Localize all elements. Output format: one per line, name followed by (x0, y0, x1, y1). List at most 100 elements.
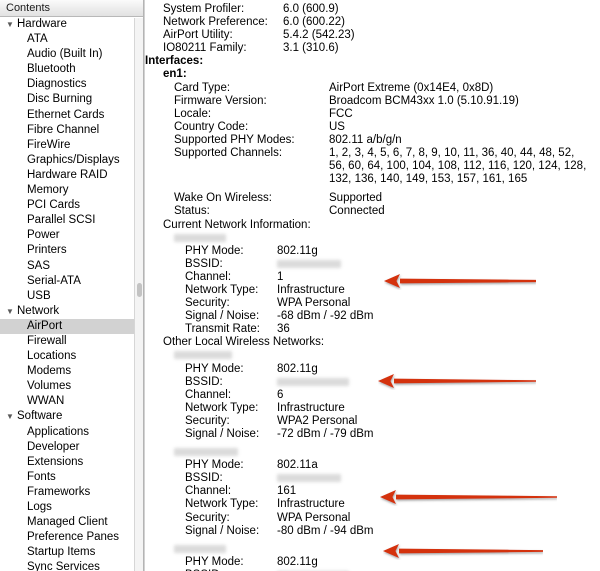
sidebar-item-locations[interactable]: Locations (0, 349, 143, 364)
network-signal-noise-row: Signal / Noise: -80 dBm / -94 dBm (145, 525, 600, 538)
sidebar-item-fibre-channel[interactable]: Fibre Channel (0, 123, 143, 138)
sidebar-item-serial-ata[interactable]: Serial-ATA (0, 274, 143, 289)
version-value: 6.0 (600.22) (283, 16, 346, 29)
network-signal-noise-label: Signal / Noise: (185, 428, 260, 440)
interface-name: en1: (163, 68, 187, 81)
sidebar-item-label: AirPort (27, 319, 63, 332)
sidebar-item-fonts[interactable]: Fonts (0, 470, 143, 485)
network-security-row: Security: WPA Personal (145, 512, 600, 525)
disclosure-triangle-icon[interactable]: ▼ (6, 17, 17, 32)
card-info-label: Firmware Version: (174, 94, 267, 107)
network-signal-noise-label: Signal / Noise: (185, 524, 260, 537)
network-phy-mode-value: 802.11g (277, 555, 318, 568)
sidebar-item-label: Locations (27, 350, 77, 363)
disclosure-triangle-icon[interactable]: ▼ (6, 409, 17, 424)
network-ssid-redacted (174, 544, 226, 553)
network-ssid-redacted (174, 233, 226, 242)
sidebar-item-applications[interactable]: Applications (0, 425, 143, 440)
sidebar-item-frameworks[interactable]: Frameworks (0, 485, 143, 500)
sidebar-item-volumes[interactable]: Volumes (0, 379, 143, 394)
network-channel-value: 6 (277, 388, 284, 401)
sidebar-item-bluetooth[interactable]: Bluetooth (0, 62, 143, 77)
network-security-label: Security: (185, 511, 230, 524)
sidebar-item-label: PCI Cards (27, 199, 81, 212)
sidebar-item-ata[interactable]: ATA (0, 32, 143, 47)
network-transmit-rate-row: Transmit Rate: 36 (145, 323, 600, 336)
network-bssid-redacted (277, 259, 341, 268)
sidebar-item-diagnostics[interactable]: Diagnostics (0, 77, 143, 92)
disclosure-triangle-icon[interactable]: ▼ (6, 304, 17, 319)
sidebar-scrollbar-thumb[interactable] (137, 283, 142, 297)
sidebar-item-power[interactable]: Power (0, 228, 143, 243)
network-channel-label: Channel: (185, 388, 232, 401)
sidebar-item-label: SAS (27, 259, 51, 272)
version-row: Network Preference: 6.0 (600.22) (145, 16, 600, 29)
sidebar-item-graphics-displays[interactable]: Graphics/Displays (0, 153, 143, 168)
version-value: 6.0 (600.9) (283, 3, 339, 15)
wake-on-wireless-label: Wake On Wireless: (174, 192, 272, 205)
sidebar-item-usb[interactable]: USB (0, 289, 143, 304)
sidebar-item-printers[interactable]: Printers (0, 243, 143, 258)
network-network-type-row: Network Type: Infrastructure (145, 498, 600, 511)
card-info-row: Locale: FCC (145, 108, 600, 121)
network-signal-noise-value: -68 dBm / -92 dBm (277, 310, 374, 323)
network-bssid-label: BSSID: (185, 472, 223, 485)
sidebar-item-startup-items[interactable]: Startup Items (0, 545, 143, 560)
network-bssid-label: BSSID: (185, 257, 223, 270)
status-row: Status: Connected (145, 205, 600, 218)
version-label: AirPort Utility: (163, 29, 233, 42)
sidebar-item-extensions[interactable]: Extensions (0, 455, 143, 470)
sidebar-item-memory[interactable]: Memory (0, 183, 143, 198)
network-phy-mode-row: PHY Mode: 802.11g (145, 363, 600, 376)
sidebar-item-firewire[interactable]: FireWire (0, 138, 143, 153)
sidebar-item-label: Bluetooth (27, 63, 76, 76)
sidebar-item-audio-built-in[interactable]: Audio (Built In) (0, 47, 143, 62)
network-phy-mode-row: PHY Mode: 802.11a (145, 459, 600, 472)
sidebar-item-airport[interactable]: AirPort (0, 318, 143, 334)
sidebar-item-firewall[interactable]: Firewall (0, 334, 143, 349)
sidebar-item-sync-services[interactable]: Sync Services (0, 560, 143, 571)
sidebar-item-ethernet-cards[interactable]: Ethernet Cards (0, 108, 143, 123)
network-transmit-rate-label: Transmit Rate: (185, 323, 260, 336)
sidebar-item-logs[interactable]: Logs (0, 500, 143, 515)
card-info-row: Country Code: US (145, 121, 600, 134)
sidebar-item-label: Printers (27, 244, 67, 257)
network-signal-noise-label: Signal / Noise: (185, 310, 260, 323)
sidebar-item-parallel-scsi[interactable]: Parallel SCSI (0, 213, 143, 228)
sidebar-item-developer[interactable]: Developer (0, 440, 143, 455)
network-ssid-row (145, 446, 600, 459)
sidebar-item-wwan[interactable]: WWAN (0, 394, 143, 409)
sidebar-item-label: Audio (Built In) (27, 48, 103, 61)
sidebar-item-network[interactable]: ▼ Network (0, 304, 143, 319)
network-network-type-row: Network Type: Infrastructure (145, 284, 600, 297)
sidebar-item-pci-cards[interactable]: PCI Cards (0, 198, 143, 213)
sidebar-item-label: Frameworks (27, 485, 91, 498)
sidebar-item-managed-client[interactable]: Managed Client (0, 515, 143, 530)
sidebar-item-label: Firewall (27, 334, 67, 347)
sidebar-item-hardware[interactable]: ▼ Hardware (0, 17, 143, 32)
contents-tree[interactable]: ▼ Hardware ATA Audio (Built In) Bluetooth Dia… (0, 17, 143, 571)
sidebar-item-software[interactable]: ▼ Software (0, 409, 143, 424)
network-phy-mode-value: 802.11g (277, 362, 318, 375)
sidebar-scrollbar[interactable] (134, 18, 143, 571)
detail-pane[interactable]: System Profiler: 6.0 (600.9) Network Prefe… (144, 0, 600, 571)
sidebar-item-disc-burning[interactable]: Disc Burning (0, 92, 143, 107)
interfaces-heading: Interfaces: (145, 55, 204, 68)
network-bssid-row: BSSID: (145, 376, 600, 389)
network-bssid-row: BSSID: (145, 472, 600, 485)
card-info-value: 802.11 a/b/g/n (329, 133, 402, 146)
network-bssid-redacted (277, 377, 349, 386)
network-phy-mode-row: PHY Mode: 802.11g (145, 245, 600, 258)
network-signal-noise-value: -72 dBm / -79 dBm (277, 428, 374, 440)
network-bssid-redacted (277, 474, 341, 483)
network-bssid-label: BSSID: (185, 375, 223, 388)
other-networks-heading: Other Local Wireless Networks: (163, 336, 325, 349)
sidebar-item-preference-panes[interactable]: Preference Panes (0, 530, 143, 545)
sidebar-item-modems[interactable]: Modems (0, 364, 143, 379)
sidebar-item-sas[interactable]: SAS (0, 259, 143, 274)
sidebar-item-hardware-raid[interactable]: Hardware RAID (0, 168, 143, 183)
supported-channels-value: 1, 2, 3, 4, 5, 6, 7, 8, 9, 10, 11, 36, 4… (329, 147, 587, 186)
sidebar-item-label: ATA (27, 33, 48, 46)
sidebar-item-label: Memory (27, 184, 69, 197)
sidebar-item-label: Developer (27, 440, 80, 453)
